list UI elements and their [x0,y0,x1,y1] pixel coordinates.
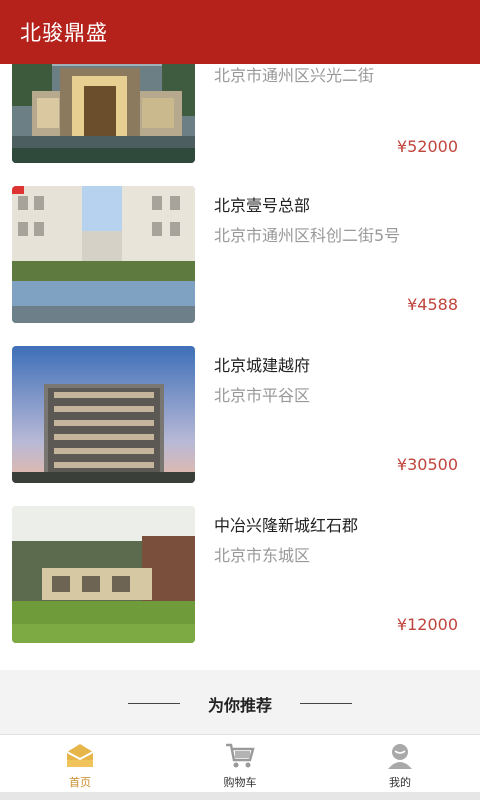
list-item[interactable]: 北京城建越府 北京市平谷区 ¥30500 [0,346,480,506]
listing-address: 北京市通州区兴光二街 [214,66,375,85]
tab-label: 我的 [389,776,411,789]
listing-name: 北京壹号总部 [214,196,311,215]
system-nav-strip [0,792,480,800]
listing-address: 北京市东城区 [214,546,311,565]
listing-image[interactable] [12,346,195,483]
tab-home[interactable]: 首页 [0,735,160,793]
recommend-section-header: 为你推荐 [0,670,480,734]
list-item[interactable]: 北京壹号总部 北京市通州区科创二街5号 ¥4588 [0,186,480,346]
listing-image[interactable] [12,186,195,323]
cart-icon [226,743,255,768]
bottom-tab-bar: 首页 购物车 我的 [0,734,480,792]
divider [300,703,352,704]
listing-address: 北京市平谷区 [214,386,311,405]
profile-icon [388,744,412,769]
listing-price: ¥30500 [396,455,458,474]
listing-price: ¥12000 [396,615,458,634]
listing-price: ¥4588 [407,295,458,314]
home-icon [66,744,94,767]
tab-label: 首页 [69,776,91,789]
recommend-title: 为你推荐 [207,696,272,715]
listing-name: 中冶兴隆新城红石郡 [214,516,359,535]
listing-list[interactable]: 北京市通州区兴光二街 ¥52000 北京壹号总部 北京市通州区科创二街5号 ¥4… [0,0,480,670]
tab-label: 购物车 [223,776,257,789]
listing-image[interactable] [12,506,195,643]
list-item[interactable]: 中冶兴隆新城红石郡 北京市东城区 ¥12000 [0,506,480,666]
app-header: 北骏鼎盛 [0,0,480,64]
listing-address: 北京市通州区科创二街5号 [214,226,401,245]
tab-cart[interactable]: 购物车 [160,735,320,793]
tab-profile[interactable]: 我的 [320,735,480,793]
listing-name: 北京城建越府 [214,356,311,375]
listing-price: ¥52000 [396,137,458,156]
page-title: 北骏鼎盛 [20,21,108,45]
